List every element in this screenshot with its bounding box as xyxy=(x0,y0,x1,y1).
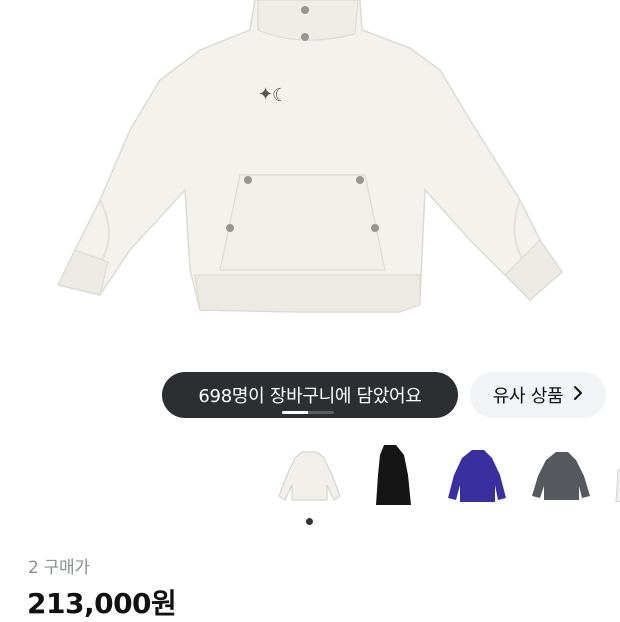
carousel-progress-fill xyxy=(282,411,308,414)
cart-count-text: 698명이 장바구니에 담았어요 xyxy=(198,386,422,407)
hoodie-purple-thumb-icon xyxy=(448,450,506,502)
similar-products-button[interactable]: 유사 상품 xyxy=(470,372,606,418)
hoodie-black-thumb-icon xyxy=(376,445,411,505)
color-variant-thumbnails xyxy=(272,440,620,515)
thumbnail-indicator-dot xyxy=(306,518,313,525)
product-hero-image[interactable]: ✦ ☾ xyxy=(0,0,620,350)
purchase-count: 2 구매가 xyxy=(28,558,90,578)
svg-text:✦: ✦ xyxy=(258,84,273,105)
similar-products-label: 유사 상품 xyxy=(492,386,564,407)
thumbnail-black[interactable] xyxy=(356,440,431,515)
thumbnail-purple[interactable] xyxy=(440,440,515,515)
product-price: 213,000원 xyxy=(27,587,177,620)
thumbnail-white[interactable] xyxy=(272,440,347,515)
hoodie-illustration: ✦ ☾ xyxy=(56,0,563,313)
hoodie-light-thumb-icon xyxy=(615,469,620,503)
hoodie-gray-thumb-icon xyxy=(532,452,590,500)
thumbnail-gray[interactable] xyxy=(524,440,599,515)
thumbnail-light[interactable] xyxy=(608,440,620,515)
chevron-right-icon xyxy=(573,385,583,406)
svg-text:☾: ☾ xyxy=(272,85,288,106)
carousel-progress-bar xyxy=(282,411,334,414)
hoodie-white-thumb-icon xyxy=(278,451,341,501)
